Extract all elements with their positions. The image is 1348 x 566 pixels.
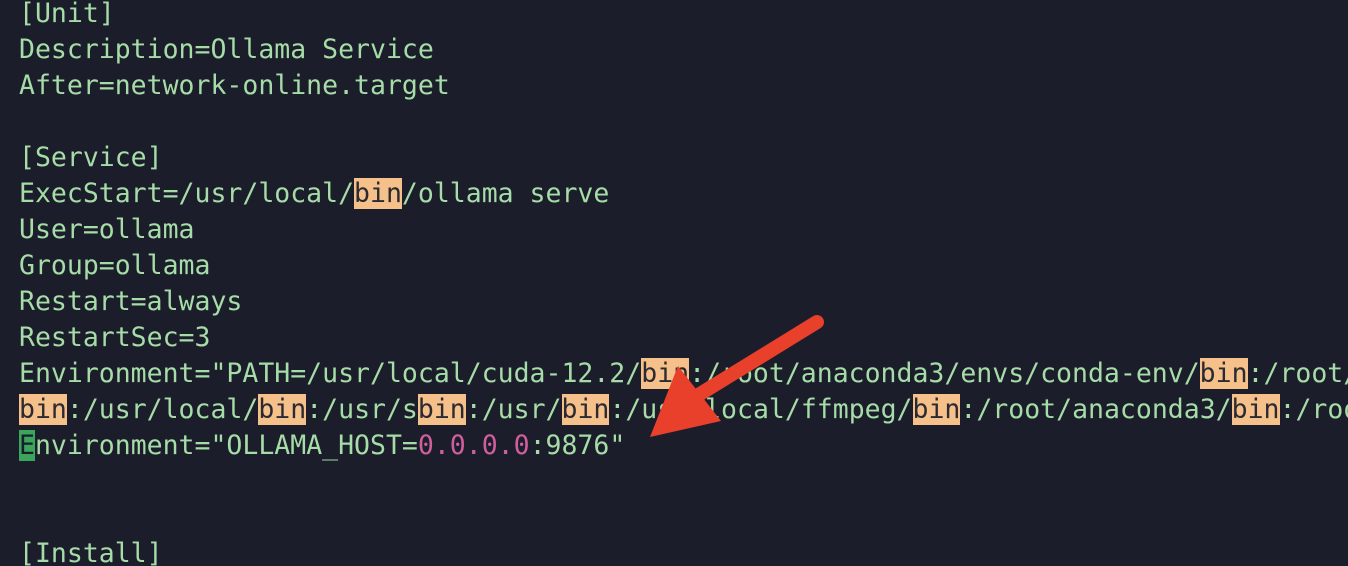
red-arrow-icon (650, 315, 824, 437)
text-editor[interactable]: [Unit] Description=Ollama Service After=ne… (0, 0, 1348, 566)
